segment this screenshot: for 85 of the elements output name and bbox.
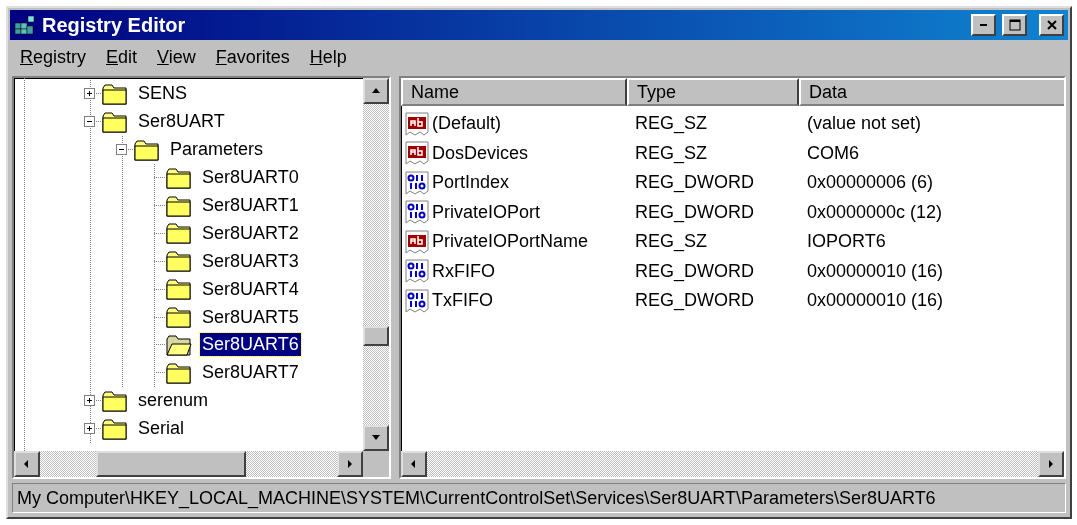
registry-cubes-icon [14, 15, 36, 35]
expand-toggle[interactable] [84, 423, 95, 435]
menu-item[interactable]: Help [301, 46, 355, 68]
tree-item[interactable]: SENS [136, 82, 190, 106]
tree-item[interactable]: Ser8UART3 [200, 249, 301, 273]
folder-icon [166, 306, 192, 329]
value-name[interactable]: DosDevices [432, 142, 529, 164]
expand-toggle[interactable] [84, 88, 95, 100]
maximize-button[interactable] [1002, 14, 1027, 36]
value-data: 0x00000006 (6) [806, 172, 935, 194]
maximize-icon [1008, 19, 1021, 31]
tree-item[interactable]: Ser8UART4 [200, 277, 301, 301]
folder-icon [102, 82, 128, 105]
menu-item[interactable]: Favorites [207, 46, 298, 68]
value-type: REG_SZ [634, 231, 709, 253]
value-name[interactable]: (Default) [432, 113, 502, 135]
scroll-thumb[interactable] [363, 326, 389, 346]
open-folder-icon [166, 333, 192, 356]
tree-item[interactable]: Ser8UART1 [200, 194, 301, 217]
folder-icon [102, 110, 128, 133]
value-data: 0x00000010 (16) [806, 260, 945, 282]
horizontal-scrollbar[interactable] [14, 451, 389, 477]
expand-toggle[interactable] [84, 395, 95, 407]
column-header[interactable]: Name [401, 78, 627, 106]
folder-icon [166, 361, 192, 384]
folder-icon [166, 222, 192, 245]
value-name[interactable]: PortIndex [432, 172, 510, 194]
column-header[interactable]: Type [627, 78, 799, 106]
folder-icon [102, 417, 128, 440]
vertical-scrollbar[interactable] [363, 78, 389, 451]
value-name[interactable]: RxFIFO [432, 260, 495, 282]
minimize-button[interactable] [971, 14, 996, 36]
value-type: REG_DWORD [634, 290, 755, 312]
close-icon [1046, 20, 1057, 30]
value-name[interactable]: PrivateIOPortName [432, 231, 589, 253]
value-name[interactable]: TxFIFO [432, 290, 493, 312]
tree-item[interactable]: Ser8UART0 [200, 166, 301, 190]
window-title: Registry Editor [42, 13, 187, 37]
value-data: 0x00000010 (16) [806, 290, 945, 312]
binary-value-icon [405, 288, 429, 313]
value-type: REG_DWORD [634, 260, 755, 282]
folder-icon [134, 138, 160, 161]
folder-icon [166, 250, 192, 273]
string-value-icon [405, 111, 429, 136]
binary-value-icon [405, 259, 429, 284]
string-value-icon [405, 229, 429, 254]
value-data: IOPORT6 [806, 231, 887, 253]
tree-item[interactable]: Ser8UART [136, 110, 227, 134]
folder-icon [166, 278, 192, 301]
tree-item[interactable]: Parameters [168, 138, 266, 162]
value-data: (value not set) [806, 113, 923, 135]
right-arrow-icon [1046, 459, 1056, 469]
string-value-icon [405, 141, 429, 166]
expand-toggle[interactable] [84, 116, 95, 128]
horizontal-scrollbar[interactable] [401, 451, 1064, 477]
tree-item[interactable]: Ser8UART2 [200, 221, 301, 245]
right-arrow-icon [345, 459, 355, 469]
menu-item[interactable]: Edit [98, 46, 146, 68]
value-type: REG_SZ [634, 142, 709, 164]
expand-toggle[interactable] [116, 144, 127, 156]
value-name[interactable]: PrivateIOPort [432, 201, 541, 223]
value-type: REG_SZ [634, 113, 709, 135]
value-type: REG_DWORD [634, 201, 755, 223]
tree-item[interactable]: Serial [136, 417, 187, 441]
menu-item[interactable]: Registry [12, 46, 94, 68]
tree-item[interactable]: serenum [136, 389, 211, 413]
folder-icon [166, 166, 192, 189]
folder-icon [166, 194, 192, 217]
scrollbar-corner [363, 451, 389, 477]
status-bar: My Computer\HKEY_LOCAL_MACHINE\SYSTEM\CurrentControlSet\Services\Ser8UART\Parameters\Ser8UART6 [12, 483, 1066, 513]
value-type: REG_DWORD [634, 172, 755, 194]
tree-item[interactable]: Ser8UART5 [200, 305, 301, 329]
menu-item[interactable]: View [149, 46, 204, 68]
up-arrow-icon [371, 86, 381, 96]
value-data: COM6 [806, 142, 860, 164]
tree-item[interactable]: Ser8UART7 [200, 361, 301, 385]
column-header[interactable]: Data [799, 78, 1064, 106]
folder-icon [102, 389, 128, 412]
minimize-icon [979, 23, 988, 27]
close-button[interactable] [1039, 14, 1064, 36]
tree-item[interactable]: Ser8UART6 [200, 333, 301, 357]
value-data: 0x0000000c (12) [806, 201, 944, 223]
binary-value-icon [405, 170, 429, 195]
scroll-thumb[interactable] [96, 451, 246, 477]
binary-value-icon [405, 200, 429, 225]
